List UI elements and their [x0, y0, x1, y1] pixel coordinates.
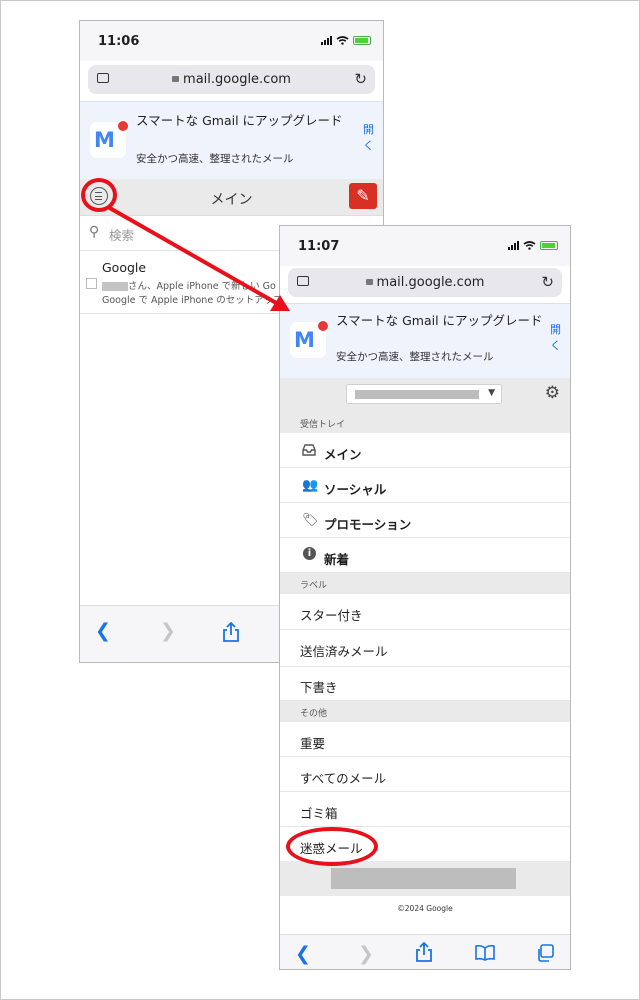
- highlight-circle-menu: [81, 178, 117, 212]
- highlight-circle-spam: [286, 827, 378, 866]
